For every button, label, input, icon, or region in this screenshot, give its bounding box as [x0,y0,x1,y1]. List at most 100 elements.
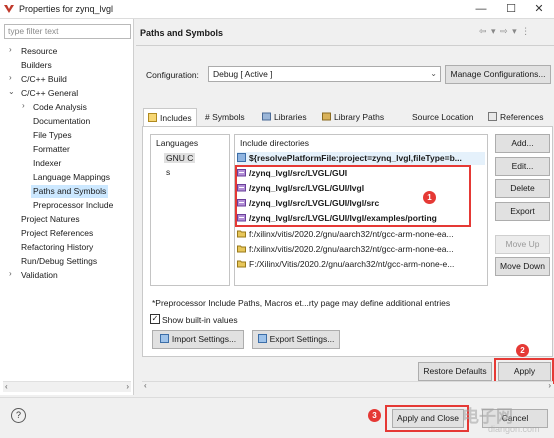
import-settings-button[interactable]: Import Settings... [152,330,244,349]
workspace-folder-icon [237,184,246,192]
include-dir-row[interactable]: /zynq_lvgl/src/LVGL/GUI/lvgl [237,182,485,195]
configuration-value: Debug [ Active ] [213,69,273,79]
include-dir-path: F:/Xilinx/Vitis/2020.2/gnu/aarch32/nt/gc… [249,259,455,269]
preprocessor-note: *Preprocessor Include Paths, Macros et..… [152,298,451,308]
sidebar-item-validation[interactable]: Validation [21,269,58,282]
filesystem-folder-icon [237,260,246,268]
delete-button[interactable]: Delete [495,179,550,198]
sidebar-scrollbar[interactable]: ‹ › [3,381,131,392]
language-item-s[interactable]: s [166,167,170,177]
chevron-right-icon[interactable]: › [22,101,25,110]
sidebar-item-project-references[interactable]: Project References [21,227,93,240]
import-icon [159,334,169,343]
libraries-icon [262,112,271,121]
filter-input[interactable]: type filter text [4,24,131,39]
tab-label: Library Paths [334,112,385,122]
sidebar-item-language-mappings[interactable]: Language Mappings [33,171,110,184]
watermark-url: diangon.com [488,424,540,434]
language-item-gnu-c[interactable]: GNU C [164,153,196,163]
minimize-button[interactable]: — [466,0,496,19]
export-settings-label: Export Settings... [269,334,335,344]
tab-includes[interactable]: Includes [143,108,197,126]
chevron-down-icon[interactable]: ⌄ [8,87,15,96]
configuration-label: Configuration: [146,70,199,80]
sidebar-item-file-types[interactable]: File Types [33,129,72,142]
tab-library-paths[interactable]: Library Paths [322,108,384,126]
restore-defaults-button[interactable]: Restore Defaults [418,362,492,381]
annotation-badge-2: 2 [516,344,529,357]
add-button[interactable]: Add... [495,134,550,153]
include-dir-row[interactable]: /zynq_lvgl/src/LVGL/GUI [237,167,485,180]
configuration-select[interactable]: Debug [ Active ] ⌄ [208,66,441,82]
help-icon[interactable]: ? [11,408,26,423]
tab-label: Includes [160,113,192,123]
app-logo-icon [4,5,14,13]
sidebar-item-preprocessor-include[interactable]: Preprocessor Include [33,199,113,212]
sidebar-item-project-natures[interactable]: Project Natures [21,213,80,226]
window-title: Properties for zynq_lvgl [19,4,114,14]
sidebar-item-cpp-build[interactable]: C/C++ Build [21,73,67,86]
sidebar-item-resource[interactable]: Resource [21,45,57,58]
export-icon [257,334,267,343]
workspace-folder-icon [237,199,246,207]
apply-button[interactable]: Apply [498,362,551,381]
sidebar-item-refactoring-history[interactable]: Refactoring History [21,241,93,254]
include-dir-path: f:/xilinx/vitis/2020.2/gnu/aarch32/nt/gc… [249,229,454,239]
page-title: Paths and Symbols [140,28,224,38]
export-settings-button[interactable]: Export Settings... [252,330,340,349]
include-dir-path: /zynq_lvgl/src/LVGL/GUI/lvgl/examples/po… [249,213,437,223]
tab-references[interactable]: References [488,108,543,126]
move-up-button[interactable]: Move Up [495,235,550,254]
show-builtin-label: Show built-in values [162,315,238,325]
move-down-button[interactable]: Move Down [495,257,550,276]
sidebar-item-documentation[interactable]: Documentation [33,115,90,128]
include-dir-row[interactable]: F:/Xilinx/Vitis/2020.2/gnu/aarch32/nt/gc… [237,258,485,271]
filesystem-folder-icon [237,245,246,253]
export-button[interactable]: Export [495,202,550,221]
tab-source-location[interactable]: Source Location [412,108,473,126]
nav-arrows[interactable]: ⇦ ▾ ⇨ ▾ ⋮ [479,26,531,37]
import-settings-label: Import Settings... [171,334,237,344]
apply-and-close-button[interactable]: Apply and Close [392,409,464,428]
languages-header: Languages [156,138,199,148]
workspace-folder-icon [237,169,246,177]
chevron-right-icon[interactable]: › [9,73,12,82]
sidebar-item-paths-and-symbols[interactable]: Paths and Symbols [31,185,109,198]
sidebar-item-indexer[interactable]: Indexer [33,157,61,170]
include-dir-path: f:/xilinx/vitis/2020.2/gnu/aarch32/nt/gc… [249,244,454,254]
languages-list[interactable]: Languages GNU C s [150,134,230,286]
variable-path-icon [237,153,246,162]
close-button[interactable]: ✕ [524,0,554,19]
include-directories-header: Include directories [240,138,309,148]
include-dir-path: /zynq_lvgl/src/LVGL/GUI [249,168,348,178]
chevron-right-icon[interactable]: › [9,269,12,278]
manage-configurations-button[interactable]: Manage Configurations... [445,65,551,84]
include-dir-row[interactable]: /zynq_lvgl/src/LVGL/GUI/lvgl/src [237,197,485,210]
include-dir-row[interactable]: f:/xilinx/vitis/2020.2/gnu/aarch32/nt/gc… [237,243,485,256]
page-scrollbar[interactable]: ‹ › [142,381,553,393]
tab-symbols[interactable]: # Symbols [205,108,245,126]
show-builtin-checkbox[interactable]: ✓ [150,314,160,324]
include-dir-row[interactable]: /zynq_lvgl/src/LVGL/GUI/lvgl/examples/po… [237,212,485,225]
tab-label: References [500,112,544,122]
maximize-button[interactable]: ☐ [496,0,526,19]
sidebar-item-formatter[interactable]: Formatter [33,143,70,156]
annotation-badge-3: 3 [368,409,381,422]
tab-libraries[interactable]: Libraries [262,108,307,126]
workspace-folder-icon [237,214,246,222]
chevron-right-icon[interactable]: › [9,45,12,54]
sidebar-item-builders[interactable]: Builders [21,59,52,72]
edit-button[interactable]: Edit... [495,157,550,176]
include-dir-row[interactable]: f:/xilinx/vitis/2020.2/gnu/aarch32/nt/gc… [237,228,485,241]
include-dir-path: /zynq_lvgl/src/LVGL/GUI/lvgl [249,183,365,193]
include-dir-row[interactable]: ${resolvePlatformFile:project=zynq_lvgl,… [237,152,485,165]
sidebar-item-run-debug-settings[interactable]: Run/Debug Settings [21,255,97,268]
sidebar-item-cpp-general[interactable]: C/C++ General [21,87,78,100]
sidebar-item-code-analysis[interactable]: Code Analysis [33,101,87,114]
include-dir-path: /zynq_lvgl/src/LVGL/GUI/lvgl/src [249,198,380,208]
includes-icon [148,113,157,122]
title-bar: Properties for zynq_lvgl — ☐ ✕ [0,0,554,19]
include-directories-list[interactable]: Include directories ${resolvePlatformFil… [234,134,488,286]
include-dir-path: ${resolvePlatformFile:project=zynq_lvgl,… [249,153,462,163]
filesystem-folder-icon [237,230,246,238]
